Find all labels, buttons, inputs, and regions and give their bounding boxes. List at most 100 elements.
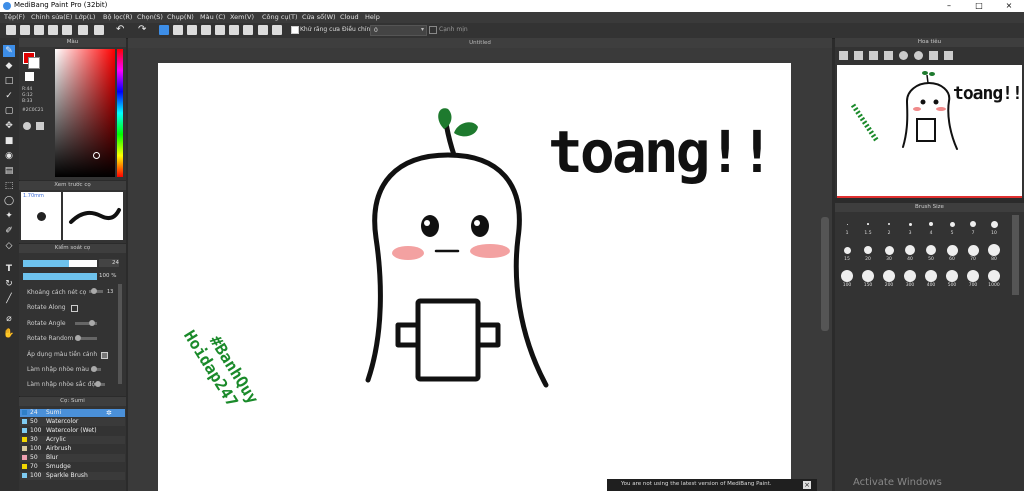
brush-item-watercolor[interactable]: 50 Watercolor bbox=[20, 418, 125, 426]
brush-size-slider[interactable] bbox=[23, 260, 97, 267]
menu-filter[interactable]: Bộ lọc(R) bbox=[103, 13, 132, 21]
brush-size-option[interactable]: 300 bbox=[900, 266, 920, 291]
move-tool-icon[interactable]: ✥ bbox=[3, 120, 15, 132]
brush-size-option[interactable]: 5 bbox=[942, 214, 962, 239]
brush-tool-icon[interactable]: ✎ bbox=[3, 45, 15, 57]
layout-icon[interactable] bbox=[94, 25, 104, 35]
antialias-checkbox[interactable] bbox=[291, 26, 299, 34]
brush-item-acrylic[interactable]: 30 Acrylic bbox=[20, 436, 125, 444]
brush-size-option[interactable]: 60 bbox=[942, 240, 962, 265]
brush-size-option[interactable]: 20 bbox=[858, 240, 878, 265]
brush-size-option[interactable]: 40 bbox=[900, 240, 920, 265]
open-icon[interactable] bbox=[34, 25, 44, 35]
image-icon[interactable] bbox=[62, 25, 72, 35]
select-eraser-icon[interactable]: ◇ bbox=[3, 240, 15, 252]
brush-item-airbrush[interactable]: 100 Airbrush bbox=[20, 445, 125, 453]
select-pen-icon[interactable]: ✐ bbox=[3, 225, 15, 237]
menu-edit[interactable]: Chỉnh sửa(E) bbox=[31, 13, 72, 21]
deselect-icon[interactable] bbox=[187, 25, 197, 35]
palette-icon[interactable] bbox=[23, 122, 31, 130]
brush-size-option[interactable]: 4 bbox=[921, 214, 941, 239]
brush-item-watercolor-wet[interactable]: 100 Watercolor (Wet) bbox=[20, 427, 125, 435]
cloud-icon[interactable] bbox=[6, 25, 16, 35]
fit-icon[interactable] bbox=[869, 51, 878, 60]
drawing-canvas[interactable]: toang!! #BanhQuy Hoidap247 bbox=[158, 63, 791, 491]
actual-size-icon[interactable] bbox=[884, 51, 893, 60]
menu-file[interactable]: Tệp(F) bbox=[4, 13, 25, 21]
undo-icon[interactable]: ↶ bbox=[116, 25, 124, 35]
brush-size-option[interactable]: 80 bbox=[984, 240, 1004, 265]
lasso-tool-icon[interactable]: ◯ bbox=[3, 195, 15, 207]
brush-size-option[interactable]: 15 bbox=[837, 240, 857, 265]
reset-icon[interactable] bbox=[944, 51, 953, 60]
menu-window[interactable]: Cửa sổ(W) bbox=[302, 13, 336, 21]
brush-size-option[interactable]: 70 bbox=[963, 240, 983, 265]
menu-view[interactable]: Xem(V) bbox=[230, 13, 254, 21]
flip-icon[interactable] bbox=[929, 51, 938, 60]
select-rect-icon[interactable] bbox=[159, 25, 169, 35]
new-file-icon[interactable] bbox=[20, 25, 30, 35]
brush-item-sparkle[interactable]: 100 Sparkle Brush bbox=[20, 472, 125, 480]
transparent-swatch[interactable] bbox=[25, 72, 34, 81]
spacing-slider[interactable] bbox=[89, 288, 103, 294]
brush-size-option[interactable]: 1.5 bbox=[858, 214, 878, 239]
gradient-tool-icon[interactable]: ▤ bbox=[3, 165, 15, 177]
text-tool-icon[interactable]: T bbox=[3, 263, 15, 275]
close-button[interactable]: × bbox=[994, 0, 1024, 12]
copy-color-icon[interactable] bbox=[36, 122, 44, 130]
brush-item-smudge[interactable]: 70 Smudge bbox=[20, 463, 125, 471]
eyedropper-icon[interactable]: ⌀ bbox=[3, 313, 15, 325]
saturation-value-picker[interactable] bbox=[55, 49, 115, 177]
bucket-tool-icon[interactable]: ◉ bbox=[3, 150, 15, 162]
magic-wand-icon[interactable]: ✦ bbox=[3, 210, 15, 222]
transform-icon[interactable] bbox=[243, 25, 253, 35]
operation-tool-icon[interactable]: ↻ bbox=[3, 278, 15, 290]
invert-icon[interactable] bbox=[201, 25, 211, 35]
graduation-tool-icon[interactable]: ▢ bbox=[3, 105, 15, 117]
scrollbar[interactable] bbox=[118, 284, 122, 384]
brush-size-option[interactable]: 700 bbox=[963, 266, 983, 291]
menu-layer[interactable]: Lớp(L) bbox=[75, 13, 95, 21]
brush-size-option[interactable]: 500 bbox=[942, 266, 962, 291]
gear-icon[interactable]: ✲ bbox=[106, 409, 112, 417]
menu-help[interactable]: Help bbox=[365, 13, 380, 21]
brush-size-option[interactable]: 50 bbox=[921, 240, 941, 265]
select-all-icon[interactable] bbox=[173, 25, 183, 35]
blur-tone-slider[interactable] bbox=[95, 381, 105, 387]
brush-size-scrollbar[interactable] bbox=[1012, 215, 1019, 295]
navigator-preview[interactable]: toang!! bbox=[837, 65, 1023, 198]
eraser-tool-icon[interactable]: ◆ bbox=[3, 60, 15, 72]
brush-size-option[interactable]: 30 bbox=[879, 240, 899, 265]
hue-slider[interactable] bbox=[117, 49, 123, 177]
zoom-out-icon[interactable] bbox=[854, 51, 863, 60]
canvas-tab[interactable]: Untitled bbox=[128, 38, 832, 48]
brush-opacity-slider[interactable] bbox=[23, 273, 97, 280]
brush-size-option[interactable]: 100 bbox=[837, 266, 857, 291]
brush-size-option[interactable]: 7 bbox=[963, 214, 983, 239]
menu-cloud[interactable]: Cloud bbox=[340, 13, 359, 21]
brush-size-option[interactable]: 1000 bbox=[984, 266, 1004, 291]
brush-size-option[interactable]: 400 bbox=[921, 266, 941, 291]
menu-color[interactable]: Màu (C) bbox=[200, 13, 225, 21]
brush-size-value[interactable]: 24 bbox=[99, 259, 119, 267]
brush-size-option[interactable]: 1 bbox=[837, 214, 857, 239]
expand-icon[interactable] bbox=[215, 25, 225, 35]
adjust-select[interactable]: 0 ▾ bbox=[370, 25, 427, 36]
brush-size-option[interactable]: 3 bbox=[900, 214, 920, 239]
menu-select[interactable]: Chọn(S) bbox=[137, 13, 163, 21]
dot-tool-icon[interactable]: □ bbox=[3, 75, 15, 87]
rotate-random-slider[interactable] bbox=[75, 335, 97, 341]
lasso-icon[interactable] bbox=[258, 25, 268, 35]
edge-checkbox[interactable] bbox=[429, 26, 437, 34]
apply-foreground-checkbox[interactable] bbox=[101, 352, 108, 359]
hand-tool-icon[interactable]: ✋ bbox=[3, 328, 15, 340]
rotate-right-icon[interactable] bbox=[914, 51, 923, 60]
canvas-vertical-scrollbar[interactable] bbox=[821, 217, 829, 331]
rotate-left-icon[interactable] bbox=[899, 51, 908, 60]
brush-size-option[interactable]: 2 bbox=[879, 214, 899, 239]
brush-size-option[interactable]: 10 bbox=[984, 214, 1004, 239]
rotate-angle-slider[interactable] bbox=[75, 320, 97, 326]
grid-icon[interactable] bbox=[78, 25, 88, 35]
notification-close-button[interactable]: × bbox=[803, 481, 811, 489]
rotate-along-checkbox[interactable] bbox=[71, 305, 78, 312]
